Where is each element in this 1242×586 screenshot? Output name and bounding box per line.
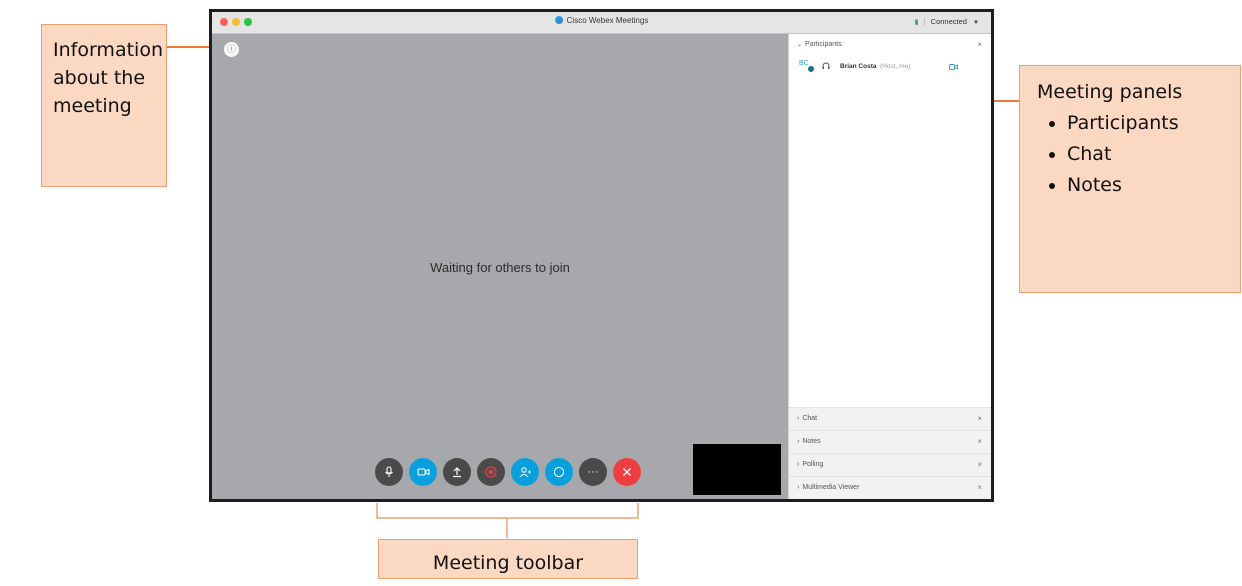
window-title: Cisco Webex Meetings	[212, 16, 991, 25]
callout-panel-item: Participants	[1067, 108, 1240, 139]
participant-role: (Host, me)	[880, 63, 911, 70]
webex-window: Cisco Webex Meetings ▮ | Connected ▼ ⓘ W…	[209, 9, 994, 502]
participants-button[interactable]	[511, 458, 539, 486]
panel-header-notes[interactable]: › Notes ×	[789, 430, 991, 453]
more-button[interactable]: ···	[579, 458, 607, 486]
connection-status[interactable]: ▮ | Connected ▼	[915, 17, 979, 26]
panel-title: Polling	[802, 461, 824, 468]
people-icon	[519, 467, 531, 478]
record-button[interactable]	[477, 458, 505, 486]
waiting-message: Waiting for others to join	[430, 260, 570, 275]
callout-meeting-toolbar: Meeting toolbar	[378, 539, 638, 579]
meeting-toolbar: ···	[375, 458, 641, 487]
chevron-right-icon: ›	[797, 484, 800, 491]
panel-title: Multimedia Viewer	[802, 484, 860, 491]
close-icon[interactable]: ×	[977, 431, 982, 453]
panel-header-participants[interactable]: ⌄ Participants ×	[789, 34, 991, 56]
callout-meeting-panels-list: Participants Chat Notes	[1037, 108, 1240, 201]
panel-header-polling[interactable]: › Polling ×	[789, 453, 991, 476]
chevron-down-icon: ▼	[973, 20, 979, 26]
leave-button[interactable]	[613, 458, 641, 486]
headset-icon	[822, 62, 830, 69]
signal-icon: ▮	[914, 19, 919, 26]
camera-icon	[416, 468, 430, 476]
collapsed-panels: › Chat × › Notes × › Polling × › Multimedia …	[789, 407, 991, 499]
camera-icon	[949, 64, 958, 70]
callout-bracket-toolbar	[376, 503, 639, 538]
panel-title: Chat	[802, 415, 818, 422]
ellipsis-icon: ···	[587, 465, 599, 478]
chevron-right-icon: ›	[797, 415, 800, 422]
callout-meeting-info-text: Information about the meeting	[53, 39, 163, 117]
close-icon[interactable]: ×	[977, 34, 982, 56]
chat-bubble-icon	[553, 466, 565, 478]
callout-panel-item: Notes	[1067, 170, 1240, 201]
close-icon	[623, 468, 631, 476]
connection-status-text: Connected	[930, 17, 967, 26]
callout-meeting-info: Information about the meeting	[41, 24, 167, 187]
close-icon[interactable]: ×	[977, 408, 982, 430]
panel-title: Participants	[805, 41, 842, 48]
mute-button[interactable]	[375, 458, 403, 486]
divider: |	[923, 17, 926, 26]
window-title-text: Cisco Webex Meetings	[566, 16, 649, 25]
webex-logo-icon	[554, 16, 563, 24]
video-stage: ⓘ Waiting for others to join ···	[212, 34, 788, 499]
chat-button[interactable]	[545, 458, 573, 486]
meeting-panels: ⌄ Participants × BC Brian Costa (Host, me…	[788, 34, 991, 499]
video-button[interactable]	[409, 458, 437, 486]
panel-header-multimedia-viewer[interactable]: › Multimedia Viewer ×	[789, 476, 991, 499]
presenter-badge-icon	[807, 65, 815, 73]
avatar: BC	[799, 59, 815, 73]
callout-meeting-panels-title: Meeting panels	[1037, 81, 1183, 103]
close-icon[interactable]: ×	[977, 454, 982, 476]
share-icon	[453, 467, 461, 478]
share-button[interactable]	[443, 458, 471, 486]
title-bar: Cisco Webex Meetings ▮ | Connected ▼	[212, 12, 991, 34]
microphone-icon	[385, 466, 393, 477]
chevron-right-icon: ›	[797, 461, 800, 468]
info-icon[interactable]: ⓘ	[224, 42, 239, 57]
participant-name: Brian Costa	[840, 63, 877, 70]
participant-row[interactable]: BC Brian Costa (Host, me)	[789, 56, 991, 78]
panel-header-chat[interactable]: › Chat ×	[789, 407, 991, 430]
chevron-down-icon: ⌄	[797, 42, 803, 48]
callout-arrow-info	[167, 46, 211, 48]
record-icon	[485, 466, 497, 478]
callout-meeting-toolbar-text: Meeting toolbar	[432, 552, 584, 574]
chevron-right-icon: ›	[797, 438, 800, 445]
callout-meeting-panels: Meeting panels Participants Chat Notes	[1019, 65, 1241, 293]
callout-panel-item: Chat	[1067, 139, 1240, 170]
self-view-video[interactable]	[693, 444, 781, 495]
panel-title: Notes	[802, 438, 821, 445]
close-icon[interactable]: ×	[977, 477, 982, 499]
